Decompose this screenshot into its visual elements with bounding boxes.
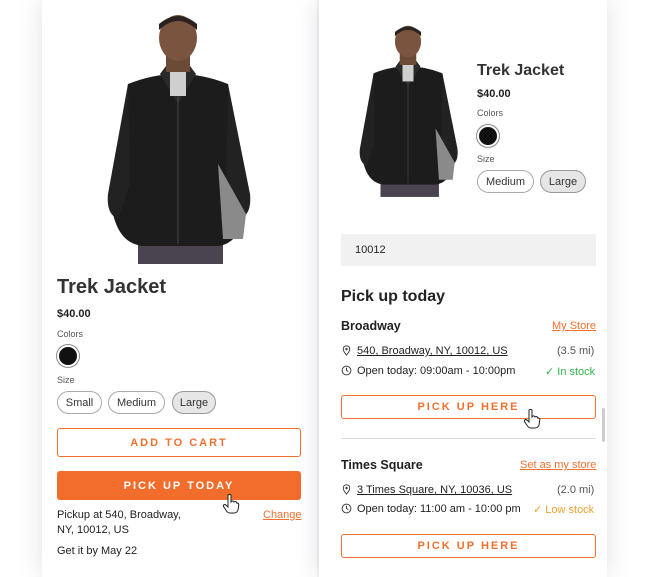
location-pin-icon (341, 345, 352, 356)
stock-status-low-stock: ✓ Low stock (533, 504, 595, 516)
colors-label: Colors (57, 329, 84, 339)
size-option-medium[interactable]: Medium (477, 170, 534, 193)
product-title: Trek Jacket (477, 62, 565, 79)
size-option-large[interactable]: Large (540, 170, 586, 193)
store-address-link[interactable]: 3 Times Square, NY, 10036, US (357, 484, 512, 496)
size-option-large[interactable]: Large (172, 391, 216, 414)
store-distance: (3.5 mi) (557, 345, 595, 357)
store-divider (341, 438, 596, 439)
color-swatch-black[interactable] (57, 345, 79, 367)
store-distance: (2.0 mi) (557, 484, 595, 496)
stock-status-in-stock: ✓ In stock (545, 366, 596, 378)
my-store-link[interactable]: My Store (552, 320, 596, 332)
store-name-times-square: Times Square (341, 458, 423, 472)
hand-pointer-cursor-icon (523, 409, 541, 429)
location-pin-icon (341, 484, 352, 495)
change-pickup-link[interactable]: Change (263, 509, 302, 521)
pick-up-here-button-broadway[interactable]: PICK UP HERE (341, 395, 596, 419)
add-to-cart-button[interactable]: ADD TO CART (57, 428, 301, 457)
clock-icon (341, 365, 352, 376)
pick-up-here-button-times-square[interactable]: PICK UP HERE (341, 534, 596, 558)
pick-up-today-button[interactable]: PICK UP TODAY (57, 471, 301, 500)
store-hours: Open today: 11:00 am - 10:00 pm (357, 503, 521, 515)
product-card-right: Trek Jacket $40.00 Colors Size Medium La… (319, 0, 607, 577)
product-price: $40.00 (477, 88, 511, 100)
product-image (353, 22, 463, 200)
colors-label: Colors (477, 108, 504, 118)
pickup-address-line2: NY, 10012, US (57, 524, 129, 536)
pick-up-today-heading: Pick up today (341, 288, 446, 305)
zip-code-input[interactable]: 10012 (341, 234, 596, 266)
product-card-left: Trek Jacket $40.00 Colors Size Small Med… (42, 0, 317, 577)
set-as-my-store-link[interactable]: Set as my store (520, 459, 596, 471)
product-price: $40.00 (57, 308, 91, 320)
product-title: Trek Jacket (57, 276, 166, 298)
size-label: Size (477, 154, 495, 164)
pickup-address-line1: Pickup at 540, Broadway, (57, 509, 181, 521)
size-option-medium[interactable]: Medium (108, 391, 165, 414)
color-swatch-black[interactable] (477, 125, 499, 147)
store-address-link[interactable]: 540, Broadway, NY, 10012, US (357, 345, 508, 357)
hand-pointer-cursor-icon (222, 494, 240, 514)
product-image (98, 14, 258, 264)
scrollbar[interactable] (602, 408, 605, 442)
store-name-broadway: Broadway (341, 319, 401, 333)
delivery-estimate: Get it by May 22 (57, 545, 138, 557)
clock-icon (341, 503, 352, 514)
size-label: Size (57, 375, 75, 385)
size-option-small[interactable]: Small (57, 391, 102, 414)
store-hours: Open today: 09:00am - 10:00pm (357, 365, 516, 377)
